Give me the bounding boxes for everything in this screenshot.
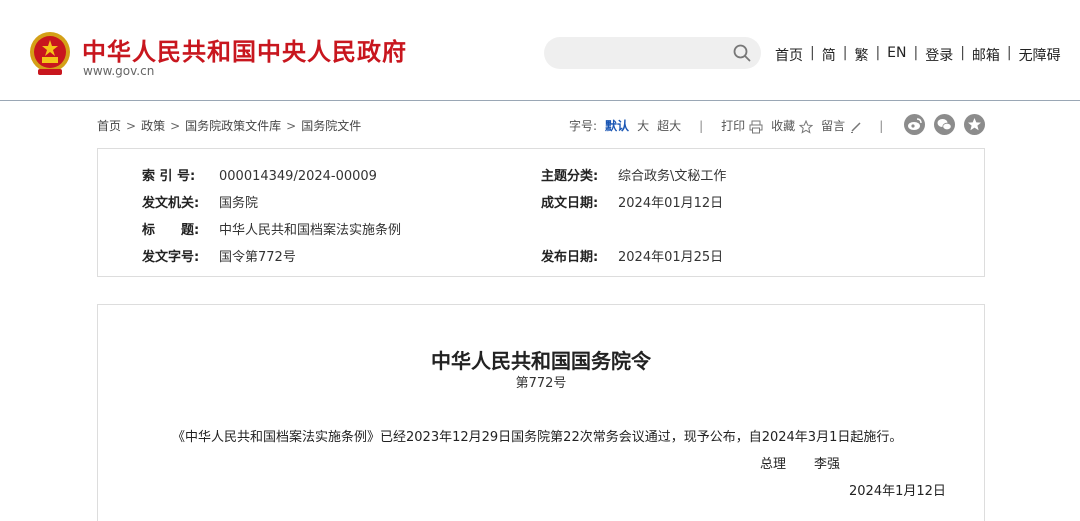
meta-written-date-label: 成文日期:	[541, 196, 599, 211]
meta-category-label: 主题分类:	[541, 169, 599, 184]
nav-english[interactable]: EN	[887, 45, 906, 65]
search-icon[interactable]	[733, 44, 751, 62]
national-emblem-icon[interactable]	[28, 31, 72, 77]
qzone-star-icon[interactable]	[964, 114, 985, 135]
meta-issuer: 发文机关: 国务院	[142, 192, 258, 211]
nav-mail[interactable]: 邮箱	[972, 45, 1000, 65]
breadcrumb-home[interactable]: 首页	[97, 119, 121, 133]
printer-icon	[749, 120, 763, 133]
comment-button[interactable]: 留言	[821, 117, 863, 134]
breadcrumb-state-council-docs[interactable]: 国务院文件	[301, 119, 361, 133]
signatory-name: 李强	[814, 457, 841, 472]
favorite-label: 收藏	[771, 119, 796, 133]
breadcrumb-separator: >	[126, 119, 137, 133]
document-metadata-box: 索 引 号: 000014349/2024-00009 主题分类: 综合政务\文秘工…	[97, 148, 985, 277]
meta-index-value: 000014349/2024-00009	[219, 169, 377, 184]
meta-doc-number: 发文字号: 国令第772号	[142, 246, 296, 265]
star-icon	[799, 119, 814, 134]
font-size-default[interactable]: 默认	[605, 117, 629, 134]
document-date: 2024年1月12日	[849, 484, 946, 499]
nav-home[interactable]: 首页	[775, 45, 803, 65]
signatory-title: 总理	[760, 457, 787, 472]
document-signatory: 总理 李强	[760, 453, 840, 472]
nav-separator: |	[810, 45, 815, 61]
wechat-icon[interactable]	[934, 114, 955, 135]
pencil-icon	[851, 121, 861, 133]
document-content: 中华人民共和国国务院令 第772号 《中华人民共和国档案法实施条例》已经2023…	[97, 304, 985, 521]
nav-separator: |	[875, 45, 881, 61]
breadcrumb-separator: >	[286, 119, 297, 133]
font-size-label: 字号:	[569, 119, 598, 133]
nav-separator: |	[842, 45, 848, 61]
nav-separator: |	[913, 45, 919, 61]
toolbar-divider: |	[879, 118, 884, 133]
meta-category-value: 综合政务\文秘工作	[618, 169, 727, 184]
nav-separator: |	[1006, 45, 1012, 61]
toolbar-divider: |	[699, 118, 704, 133]
breadcrumb: 首页 > 政策 > 国务院政策文件库 > 国务院文件	[97, 117, 361, 134]
meta-title-label: 标 题:	[142, 223, 200, 238]
favorite-button[interactable]: 收藏	[771, 117, 814, 134]
nav-login[interactable]: 登录	[925, 45, 953, 65]
nav-separator: |	[960, 45, 965, 61]
meta-written-date: 成文日期: 2024年01月12日	[541, 192, 723, 211]
nav-traditional[interactable]: 繁	[854, 45, 868, 65]
site-title[interactable]: 中华人民共和国中央人民政府	[82, 32, 407, 67]
meta-doc-number-value: 国令第772号	[219, 250, 296, 265]
meta-publish-date-label: 发布日期:	[541, 250, 599, 265]
meta-title: 标 题: 中华人民共和国档案法实施条例	[142, 219, 401, 238]
meta-index-label: 索 引 号:	[142, 169, 196, 184]
article-toolbar: 字号: 默认 大 超大 | 打印 收藏 留言 |	[569, 117, 883, 134]
breadcrumb-separator: >	[170, 119, 181, 133]
print-button[interactable]: 打印	[721, 117, 763, 134]
search-input[interactable]	[544, 37, 761, 69]
site-url: www.gov.cn	[83, 64, 155, 78]
comment-label: 留言	[821, 119, 846, 133]
nav-accessibility[interactable]: 无障碍	[1019, 45, 1061, 65]
nav-simplified[interactable]: 简	[822, 45, 836, 65]
meta-publish-date-value: 2024年01月25日	[618, 250, 724, 265]
meta-doc-number-label: 发文字号:	[142, 250, 200, 265]
document-title: 中华人民共和国国务院令	[431, 349, 651, 373]
meta-title-value: 中华人民共和国档案法实施条例	[219, 223, 402, 238]
meta-issuer-label: 发文机关:	[142, 196, 200, 211]
font-size-large[interactable]: 大	[637, 117, 649, 134]
site-header: 中华人民共和国中央人民政府 www.gov.cn 首页 | 简 | 繁 | EN…	[0, 0, 1080, 101]
meta-publish-date: 发布日期: 2024年01月25日	[541, 246, 723, 265]
document-body: 《中华人民共和国档案法实施条例》已经2023年12月29日国务院第22次常务会议…	[172, 430, 903, 445]
font-size-xlarge[interactable]: 超大	[657, 117, 681, 134]
print-label: 打印	[721, 119, 746, 133]
meta-category: 主题分类: 综合政务\文秘工作	[541, 165, 726, 184]
weibo-icon[interactable]	[904, 114, 925, 135]
document-number: 第772号	[515, 376, 567, 391]
breadcrumb-policy-library[interactable]: 国务院政策文件库	[185, 119, 281, 133]
meta-issuer-value: 国务院	[219, 196, 259, 211]
meta-written-date-value: 2024年01月12日	[618, 196, 724, 211]
top-nav: 首页 | 简 | 繁 | EN | 登录 | 邮箱 | 无障碍	[775, 45, 1061, 65]
meta-index: 索 引 号: 000014349/2024-00009	[142, 165, 377, 184]
breadcrumb-policy[interactable]: 政策	[141, 119, 165, 133]
